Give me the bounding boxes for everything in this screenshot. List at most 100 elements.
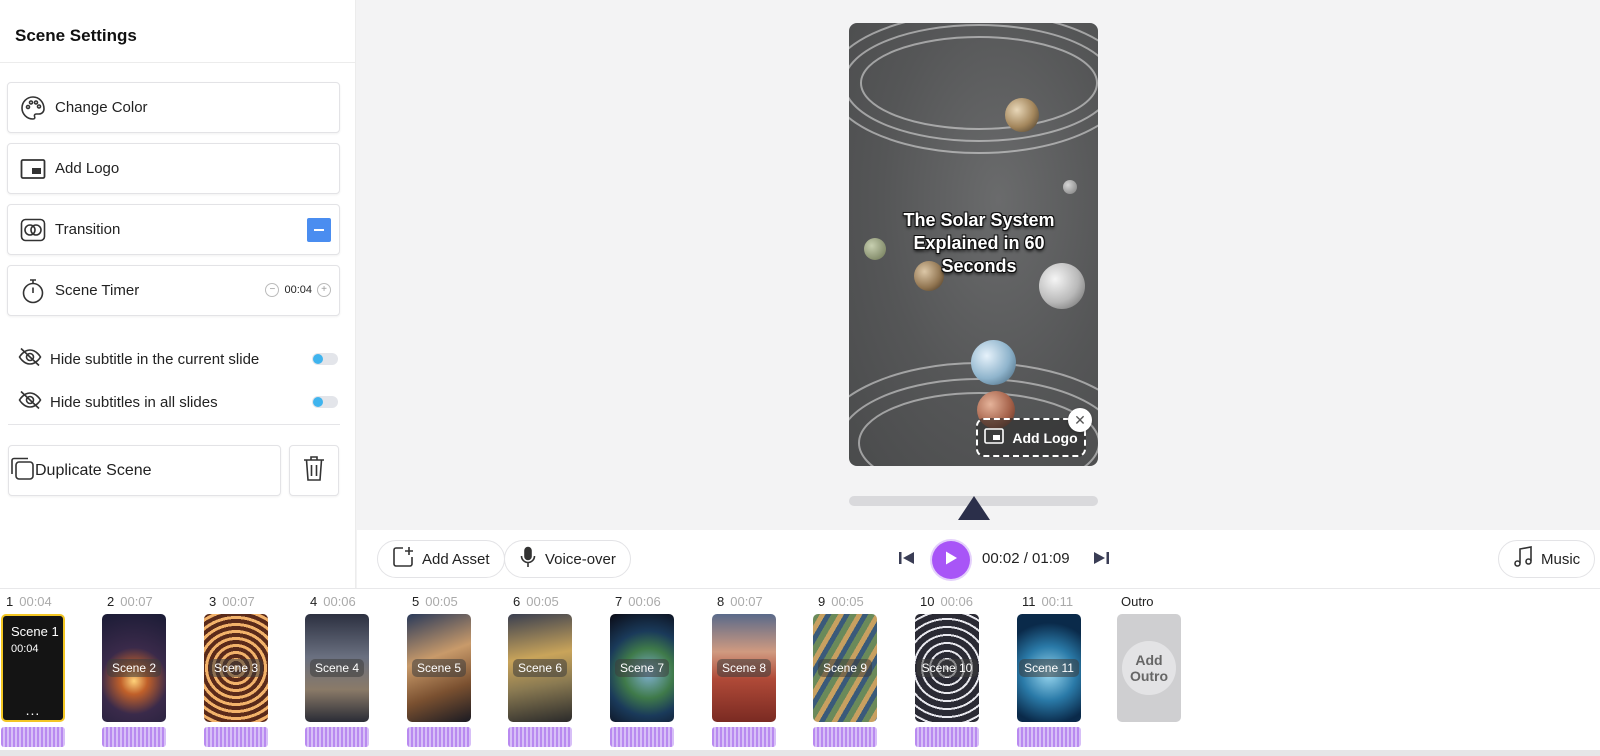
trash-icon	[302, 454, 326, 487]
scene-number: 10	[920, 594, 935, 609]
scene-label: Scene 10	[916, 659, 978, 677]
scene-number: 4	[310, 594, 318, 609]
scene-thumbnail[interactable]: Scene 7	[610, 614, 674, 722]
hide-subtitle-current-toggle[interactable]	[312, 353, 338, 365]
scene-number: 5	[412, 594, 420, 609]
planet	[1063, 180, 1077, 194]
skip-forward-icon[interactable]	[1092, 550, 1110, 571]
scene-label: Scene 6	[512, 659, 568, 677]
scene-header: 4 00:06	[310, 594, 356, 609]
add-asset-label: Add Asset	[422, 550, 490, 568]
duplicate-scene-button[interactable]: Duplicate Scene	[8, 445, 281, 496]
video-preview[interactable]: The Solar System Explained in 60 Seconds…	[849, 23, 1098, 466]
duplicate-icon	[9, 455, 35, 486]
scene-number: 6	[513, 594, 521, 609]
increment-button[interactable]: +	[317, 283, 331, 297]
scene-title: Scene 1	[11, 624, 59, 639]
scene-thumbnail[interactable]: Scene 4	[305, 614, 369, 722]
audio-waveform[interactable]	[712, 727, 776, 747]
scene-thumbnail[interactable]: Scene 5	[407, 614, 471, 722]
horizontal-scrollbar[interactable]	[0, 750, 1600, 756]
music-button[interactable]: Music	[1498, 540, 1596, 578]
scene-duration: 00:06	[323, 594, 356, 609]
change-color-button[interactable]: Change Color	[7, 82, 340, 133]
add-logo-button[interactable]: Add Logo	[7, 143, 340, 194]
scene-number: 7	[615, 594, 623, 609]
planet	[971, 340, 1016, 385]
scene-number: 8	[717, 594, 725, 609]
playback-time: 00:02 / 01:09	[982, 550, 1070, 567]
scene-thumbnail[interactable]: Scene 2	[102, 614, 166, 722]
music-label: Music	[1541, 550, 1581, 568]
scene-header: 1 00:04	[6, 594, 52, 609]
scene-number: 9	[818, 594, 826, 609]
hide-subtitle-current-label: Hide subtitle in the current slide	[50, 350, 260, 368]
close-icon[interactable]: ✕	[1068, 408, 1092, 432]
scene-thumbnail[interactable]: Scene 6	[508, 614, 572, 722]
scene-header: 2 00:07	[107, 594, 153, 609]
change-color-label: Change Color	[55, 99, 148, 116]
scene-thumbnail[interactable]: Scene 9	[813, 614, 877, 722]
play-button[interactable]	[932, 541, 970, 579]
scene-header: 5 00:05	[412, 594, 458, 609]
eye-off-icon	[18, 347, 42, 372]
scene-number: 1	[6, 594, 14, 609]
divider	[0, 62, 356, 63]
audio-waveform[interactable]	[813, 727, 877, 747]
audio-waveform[interactable]	[102, 727, 166, 747]
scene-duration: 00:05	[526, 594, 559, 609]
audio-waveform[interactable]	[204, 727, 268, 747]
add-outro-label: Add Outro	[1122, 641, 1176, 695]
scene-label: Scene 7	[614, 659, 670, 677]
collapse-button[interactable]	[307, 218, 331, 242]
transition-row[interactable]: Transition	[7, 204, 340, 255]
transition-icon	[19, 216, 47, 244]
decrement-button[interactable]: −	[265, 283, 280, 297]
scene-label: Scene 3	[208, 659, 264, 677]
divider	[8, 424, 340, 425]
scene-number: 3	[209, 594, 217, 609]
audio-waveform[interactable]	[1017, 727, 1081, 747]
more-options-icon[interactable]: ...	[3, 702, 63, 718]
hide-subtitles-all-label: Hide subtitles in all slides	[50, 393, 218, 411]
music-note-icon	[1513, 546, 1533, 572]
scene-thumbnail[interactable]: Scene 3	[204, 614, 268, 722]
audio-waveform[interactable]	[508, 727, 572, 747]
scene-thumbnail[interactable]: Scene 8	[712, 614, 776, 722]
scene-duration: 00:04	[19, 594, 52, 609]
scene-label: Scene 11	[1019, 659, 1079, 677]
preview-title: The Solar System Explained in 60 Seconds	[903, 210, 1055, 276]
scene-timer-label: Scene Timer	[55, 282, 140, 299]
scene-header: 9 00:05	[818, 594, 864, 609]
audio-waveform[interactable]	[1, 727, 65, 747]
scene-number: 11	[1022, 594, 1036, 609]
audio-waveform[interactable]	[305, 727, 369, 747]
hide-subtitles-all-toggle[interactable]	[312, 396, 338, 408]
scene-thumbnail-selected[interactable]: Scene 1 00:04 ...	[1, 614, 65, 722]
scene-duration: 00:07	[222, 594, 255, 609]
hide-subtitles-all-row: Hide subtitles in all slides	[18, 390, 338, 414]
skip-back-icon[interactable]	[898, 550, 916, 571]
scene-header: 6 00:05	[513, 594, 559, 609]
add-asset-button[interactable]: Add Asset	[377, 540, 505, 578]
delete-scene-button[interactable]	[289, 445, 339, 496]
scene-header: 10 00:06	[920, 594, 973, 609]
logo-icon	[984, 428, 1005, 447]
audio-waveform[interactable]	[915, 727, 979, 747]
scene-thumbnail[interactable]: Scene 10	[915, 614, 979, 722]
scene-duration: 00:05	[425, 594, 458, 609]
voice-over-button[interactable]: Voice-over	[504, 540, 631, 578]
scene-timer-row: Scene Timer − 00:04 +	[7, 265, 340, 316]
scene-label: Scene 8	[716, 659, 772, 677]
audio-waveform[interactable]	[407, 727, 471, 747]
scene-duration: 00:06	[628, 594, 661, 609]
voice-over-label: Voice-over	[545, 550, 616, 568]
timer-stepper: − 00:04 +	[265, 283, 331, 297]
add-outro-button[interactable]: Add Outro	[1117, 614, 1181, 722]
scene-label: Scene 5	[411, 659, 467, 677]
scene-label: Scene 2	[106, 659, 162, 677]
scrubber-handle[interactable]	[958, 496, 990, 520]
scene-settings-panel: Scene Settings Change Color Add Logo Tra…	[0, 0, 356, 588]
audio-waveform[interactable]	[610, 727, 674, 747]
scene-thumbnail[interactable]: Scene 11	[1017, 614, 1081, 722]
